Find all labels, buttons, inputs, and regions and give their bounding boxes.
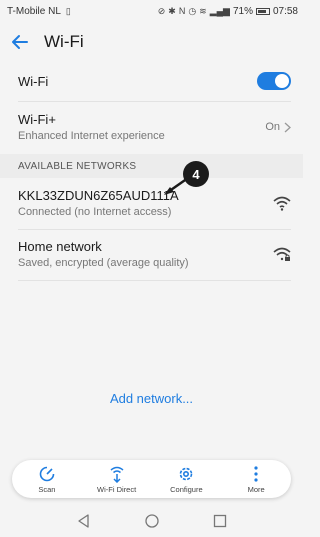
sim-icon: ▯ [65,5,71,16]
network-name: Home network [18,239,102,254]
app-bar: Wi-Fi [0,22,303,62]
nav-recents-icon[interactable] [212,513,228,529]
divider [18,101,291,102]
wifi-plus-row[interactable]: Wi-Fi+ Enhanced Internet experience On [18,108,291,146]
wifi-direct-label: Wi-Fi Direct [97,484,137,494]
system-nav-bar [0,505,303,537]
more-icon [254,465,258,482]
wifi-direct-button[interactable]: Wi-Fi Direct [87,465,147,494]
carrier-label: T-Mobile NL [7,5,61,17]
network-item-connected[interactable]: KKL33ZDUN6Z65AUD111A Connected (no Inter… [18,184,291,222]
alarm-icon: ◷ [188,5,197,16]
bluetooth-icon: ✱ [168,5,176,16]
back-arrow-icon [12,35,28,49]
bottom-action-bar: Scan Wi-Fi Direct Configure More [12,460,291,498]
configure-button[interactable]: Configure [156,465,216,494]
chevron-right-icon [284,122,291,132]
network-status: Saved, encrypted (average quality) [18,257,189,269]
nfc-icon: N [178,6,186,16]
add-network-link[interactable]: Add network... [0,391,303,406]
page-title: Wi-Fi [44,32,84,51]
scan-icon [39,466,55,481]
back-button[interactable] [0,22,40,62]
gear-icon [180,467,193,480]
wifi-plus-label: Wi-Fi+ [18,112,56,127]
nav-back-icon[interactable] [76,513,92,529]
wifi-toggle-switch[interactable] [257,72,291,90]
status-bar: T-Mobile NL ▯ ⊘ ✱ N ◷ ≋ ▂▄▆ 71% 07:58 [0,0,303,22]
signal-icon: ▂▄▆ [209,5,230,16]
more-button[interactable]: More [226,465,286,494]
divider [18,229,291,230]
wifi-plus-description: Enhanced Internet experience [18,130,165,142]
battery-percent: 71% [232,5,253,17]
wifi-locked-icon [273,247,291,261]
network-item-home[interactable]: Home network Saved, encrypted (average q… [18,235,291,273]
mute-icon: ⊘ [157,5,166,16]
scan-button[interactable]: Scan [17,465,77,494]
wifi-status-icon: ≋ [199,5,207,16]
clock: 07:58 [272,5,298,17]
network-status: Connected (no Internet access) [18,206,172,218]
annotation-badge: 4 [183,161,209,187]
wifi-signal-icon [273,196,291,211]
network-name: KKL33ZDUN6Z65AUD111A [18,188,179,203]
nav-home-icon[interactable] [144,513,160,529]
divider [18,280,291,281]
configure-label: Configure [170,484,203,494]
available-networks-header: AVAILABLE NETWORKS [0,154,303,178]
more-label: More [247,484,265,494]
wifi-plus-value: On [265,121,280,133]
wifi-toggle-label: Wi-Fi [18,73,49,89]
toggle-knob [275,74,289,88]
wifi-direct-icon [110,466,124,483]
wifi-toggle-row[interactable]: Wi-Fi [18,68,291,94]
scan-label: Scan [38,484,56,494]
battery-icon [255,7,270,15]
